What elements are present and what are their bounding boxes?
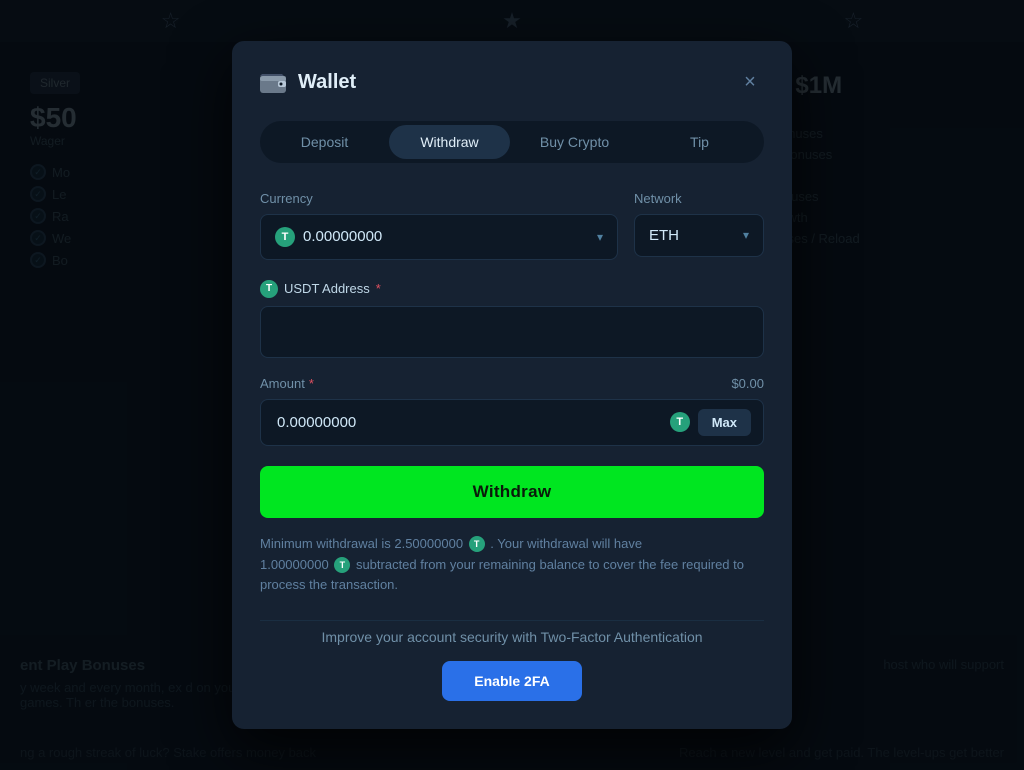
currency-value-wrap: T 0.00000000	[275, 227, 382, 247]
address-tether-icon: T	[260, 280, 278, 298]
amount-required-mark: *	[309, 376, 314, 391]
currency-chevron-icon: ▾	[597, 230, 603, 244]
tether-icon: T	[275, 227, 295, 247]
amount-label: Amount *	[260, 376, 314, 391]
amount-usd-value: $0.00	[731, 376, 764, 391]
network-label: Network	[634, 191, 764, 206]
address-required-mark: *	[376, 281, 381, 296]
currency-label: Currency	[260, 191, 618, 206]
currency-group: Currency T 0.00000000 ▾	[260, 191, 618, 260]
amount-input-wrap: T Max	[260, 399, 764, 446]
info-part2: . Your withdrawal will have	[490, 536, 642, 551]
info-part1: Minimum withdrawal is 2.50000000	[260, 536, 463, 551]
info-part3: 1.00000000	[260, 557, 329, 572]
modal-header: Wallet ×	[260, 69, 764, 97]
tab-tip[interactable]: Tip	[639, 125, 760, 159]
address-label: USDT Address	[284, 281, 370, 296]
wallet-modal: Wallet × Deposit Withdraw Buy Crypto Tip…	[232, 41, 792, 729]
withdraw-button[interactable]: Withdraw	[260, 466, 764, 518]
currency-network-row: Currency T 0.00000000 ▾ Network ETH ▾	[260, 191, 764, 260]
amount-tether-icon: T	[670, 412, 690, 432]
info-tether-icon-1: T	[469, 536, 485, 552]
twofa-section: Improve your account security with Two-F…	[260, 620, 764, 701]
amount-section: Amount * $0.00 T Max	[260, 376, 764, 446]
tab-buy-crypto[interactable]: Buy Crypto	[514, 125, 635, 159]
tab-bar: Deposit Withdraw Buy Crypto Tip	[260, 121, 764, 163]
tab-deposit[interactable]: Deposit	[264, 125, 385, 159]
modal-title: Wallet	[298, 71, 356, 94]
amount-label-row: Amount * $0.00	[260, 376, 764, 391]
info-tether-icon-2: T	[334, 557, 350, 573]
currency-value: 0.00000000	[303, 228, 382, 245]
modal-overlay: Wallet × Deposit Withdraw Buy Crypto Tip…	[0, 0, 1024, 770]
network-chevron-icon: ▾	[743, 228, 749, 242]
network-group: Network ETH ▾	[634, 191, 764, 260]
network-value: ETH	[649, 227, 679, 244]
currency-select[interactable]: T 0.00000000 ▾	[260, 214, 618, 260]
tab-withdraw[interactable]: Withdraw	[389, 125, 510, 159]
info-text: Minimum withdrawal is 2.50000000 T . You…	[260, 534, 764, 596]
address-input[interactable]	[260, 306, 764, 358]
max-button[interactable]: Max	[698, 409, 751, 436]
network-select[interactable]: ETH ▾	[634, 214, 764, 257]
address-section: T USDT Address *	[260, 280, 764, 358]
modal-title-wrap: Wallet	[260, 71, 356, 94]
info-part4: subtracted from your remaining balance t…	[260, 557, 744, 593]
amount-input[interactable]	[277, 400, 670, 445]
address-label-row: T USDT Address *	[260, 280, 764, 298]
wallet-icon	[260, 72, 288, 94]
close-button[interactable]: ×	[736, 69, 764, 97]
twofa-text: Improve your account security with Two-F…	[260, 629, 764, 645]
amount-icons: T Max	[670, 409, 751, 436]
enable-2fa-button[interactable]: Enable 2FA	[442, 661, 581, 701]
